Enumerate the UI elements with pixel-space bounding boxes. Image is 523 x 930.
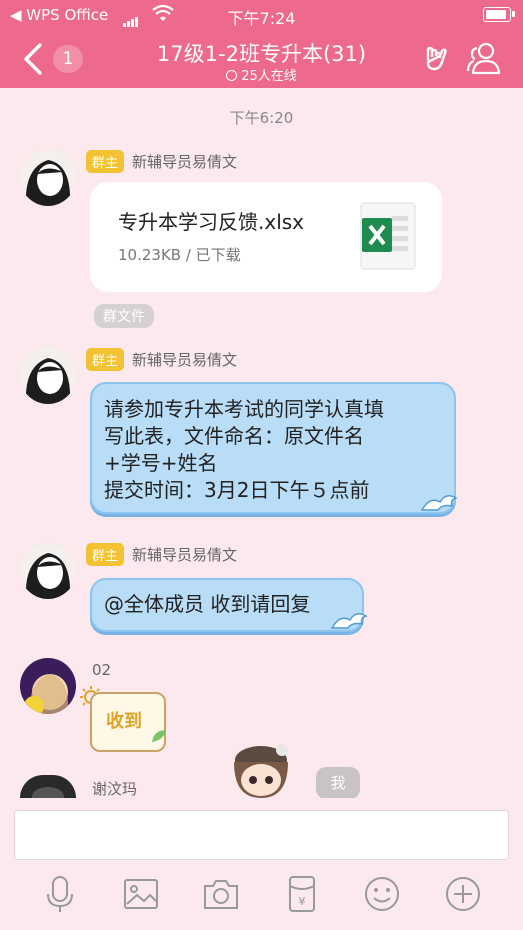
sender-name: 新辅导员易倩文 <box>132 546 238 564</box>
svg-text:¥: ¥ <box>299 895 306 908</box>
online-count-label: 25人在线 <box>241 69 297 84</box>
emoji-icon[interactable] <box>362 874 402 914</box>
avatar[interactable] <box>20 348 76 404</box>
sticker-text: 收到 <box>106 711 142 732</box>
me-label: 我 <box>316 767 360 799</box>
avatar-image <box>20 348 76 404</box>
message-line: 写此表，文件命名：原文件名 <box>104 424 364 448</box>
cartoon-girl-sticker-icon <box>234 744 288 798</box>
input-bar: ¥ <box>0 798 523 930</box>
sender-name: 新辅导员易倩文 <box>132 351 238 369</box>
owner-badge: 群主 <box>86 543 125 566</box>
plus-icon[interactable] <box>443 874 483 914</box>
sender-name: 谢汶玛 <box>92 780 138 798</box>
message-line: 提交时间：3月2日下午５点前 <box>104 478 370 502</box>
message-timestamp: 下午6:20 <box>229 109 294 127</box>
group-file-tag: 群文件 <box>94 304 154 328</box>
sender-name: 02 <box>92 661 112 679</box>
avatar-image <box>20 543 76 599</box>
group-members-icon[interactable] <box>464 40 504 76</box>
message-bubble[interactable]: 请参加专升本考试的同学认真填 写此表，文件命名：原文件名 +学号+姓名 提交时间… <box>90 382 456 514</box>
avatar-image <box>20 658 76 714</box>
message-line: +学号+姓名 <box>104 451 218 475</box>
wave-decoration-icon <box>330 613 368 629</box>
avatar[interactable] <box>20 150 76 206</box>
clock: 下午7:24 <box>227 9 296 28</box>
file-message-card[interactable]: 专升本学习反馈.xlsx 10.23KB / 已下载 <box>90 182 442 292</box>
sender-name: 新辅导员易倩文 <box>132 153 238 171</box>
message-line: 请参加专升本考试的同学认真填 <box>104 397 384 421</box>
avatar-image <box>20 150 76 206</box>
toolbar: ¥ <box>0 874 523 914</box>
file-meta: 10.23KB / 已下载 <box>118 246 241 264</box>
status-bar: ◀ WPS Office 下午7:24 <box>0 0 523 30</box>
owner-badge: 群主 <box>86 150 125 173</box>
battery-icon <box>483 7 515 22</box>
voice-icon[interactable] <box>40 874 80 914</box>
message-line: @全体成员 收到请回复 <box>104 592 311 616</box>
message-input[interactable] <box>14 810 509 860</box>
leaf-icon <box>152 730 166 742</box>
excel-file-icon <box>360 202 416 270</box>
file-name: 专升本学习反馈.xlsx <box>118 210 305 234</box>
message-bubble[interactable]: @全体成员 收到请回复 <box>90 578 364 632</box>
wave-decoration-icon <box>420 495 458 511</box>
avatar[interactable] <box>20 543 76 599</box>
online-indicator-icon <box>226 70 238 81</box>
owner-badge: 群主 <box>86 348 125 371</box>
red-packet-icon[interactable]: ¥ <box>282 874 322 914</box>
avatar[interactable] <box>20 775 76 798</box>
image-icon[interactable] <box>121 874 161 914</box>
avatar-image <box>20 775 76 798</box>
hand-gesture-icon[interactable] <box>420 42 452 74</box>
camera-icon[interactable] <box>201 874 241 914</box>
avatar[interactable] <box>20 658 76 714</box>
